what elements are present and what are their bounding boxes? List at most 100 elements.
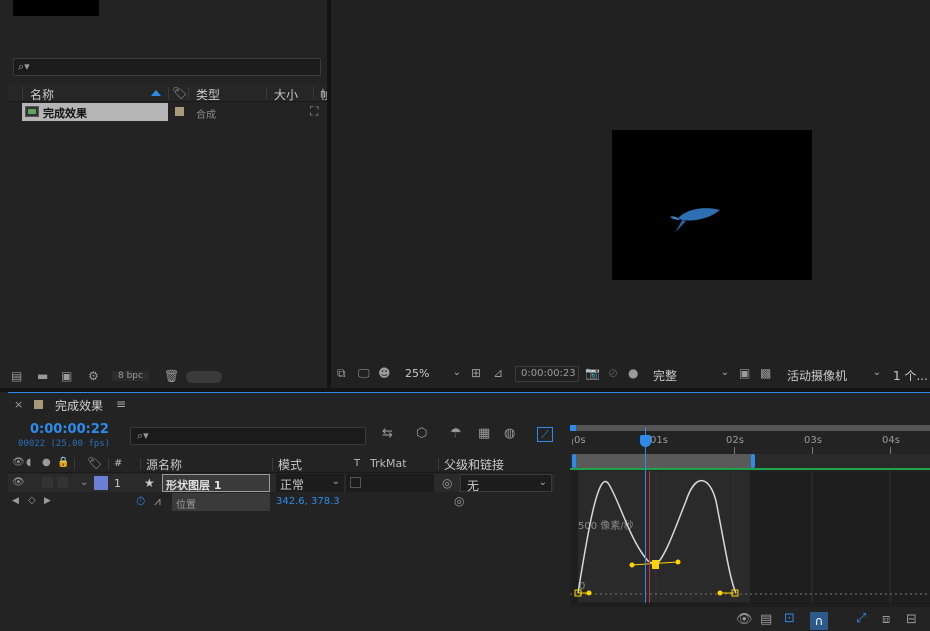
column-trkmat[interactable]: TrkMat	[370, 457, 407, 470]
comp-label-swatch	[34, 400, 43, 409]
region-of-interest-icon[interactable]: ⊿	[493, 366, 503, 380]
column-parent[interactable]: 父级和链接	[444, 456, 504, 473]
mask-visibility-icon[interactable]: ☻	[378, 366, 391, 380]
zoom-dropdown[interactable]: 25% ⌄	[401, 365, 465, 383]
pick-whip-icon[interactable]: ◎	[442, 476, 452, 490]
work-area-start-handle[interactable]	[570, 425, 576, 431]
project-search-input[interactable]: ⌕▾	[13, 58, 321, 76]
column-mode[interactable]: 模式	[278, 456, 302, 473]
audio-icon[interactable]: ◖	[26, 456, 31, 470]
stopwatch-icon[interactable]: ⏱	[136, 494, 145, 508]
graph-editor[interactable]: 500 像素/秒 0	[570, 471, 930, 607]
blend-mode-dropdown[interactable]: 正常 ⌄	[276, 474, 344, 492]
comp-mini-flowchart-icon[interactable]: ⇆	[382, 427, 393, 441]
always-preview-icon[interactable]: ⧉	[337, 366, 346, 380]
graph-editor-toggle-icon[interactable]: ⟋	[537, 427, 553, 442]
playhead-handle[interactable]	[640, 435, 651, 447]
monitor-icon[interactable]: 🖵	[358, 366, 370, 380]
camera-dropdown[interactable]: 活动摄像机 ⌄	[783, 365, 885, 383]
add-keyframe-icon[interactable]: ◇	[28, 494, 36, 508]
column-name[interactable]: 名称	[30, 86, 54, 103]
composition-canvas[interactable]	[612, 130, 812, 280]
color-channels-icon[interactable]: ●	[628, 366, 638, 380]
label-color-swatch[interactable]	[175, 107, 184, 116]
tab-menu-icon[interactable]: ≡	[116, 397, 126, 411]
fast-preview-icon[interactable]: ▣	[739, 366, 750, 380]
ruler-label-0: 0s	[574, 435, 586, 446]
eye-icon[interactable]: 👁	[12, 456, 25, 470]
trash-icon[interactable]: 🗑	[164, 369, 179, 383]
project-settings-icon[interactable]: ⚙	[88, 369, 99, 383]
interpret-footage-icon[interactable]: ▤	[11, 369, 22, 383]
show-snapshot-icon[interactable]: ⊘	[608, 366, 618, 380]
trkmat-dropdown[interactable]	[346, 474, 434, 492]
label-tag-icon[interactable]: 🏷	[87, 456, 102, 470]
next-keyframe-icon[interactable]: ▶	[44, 494, 51, 508]
position-value[interactable]: 342.6, 378.3	[276, 496, 340, 507]
label-tag-icon[interactable]: 🏷	[172, 86, 187, 100]
project-item-name: 完成效果	[43, 107, 87, 120]
transform-box-icon[interactable]: ⊡	[784, 612, 795, 626]
sort-ascending-icon[interactable]	[151, 90, 161, 96]
project-item-row[interactable]: 完成效果 合成 ⛶	[8, 103, 327, 121]
column-source-name[interactable]: 源名称	[146, 456, 182, 473]
speed-graph-curve	[574, 480, 739, 597]
ruler-label-3: 03s	[804, 435, 822, 446]
pick-whip-icon[interactable]: ◎	[454, 494, 464, 508]
motion-blur-icon[interactable]: ◍	[504, 427, 515, 441]
search-icon: ⌕▾	[137, 429, 149, 442]
star-icon: ★	[144, 476, 155, 490]
solo-box[interactable]	[42, 477, 53, 488]
new-folder-icon[interactable]: ▬	[37, 369, 48, 383]
frame-blending-icon[interactable]: ▦	[478, 427, 490, 441]
property-row[interactable]: ◀ ◇ ▶ ⏱ ⩘ 位置 342.6, 378.3 ◎	[8, 493, 554, 511]
layer-row[interactable]: 👁 ⌄ 1 ★ 形状图层 1 正常 ⌄ ◎ 无 ⌄	[8, 474, 554, 493]
transparency-grid-icon[interactable]: ▩	[760, 366, 771, 380]
playhead[interactable]	[645, 427, 646, 603]
layer-label-swatch[interactable]	[94, 476, 108, 490]
fit-selection-icon[interactable]: ⤢	[856, 612, 866, 626]
resolution-dropdown[interactable]: 完整 ⌄	[649, 365, 733, 383]
lock-box[interactable]	[57, 477, 68, 488]
graph-list-icon[interactable]: ▤	[760, 613, 772, 627]
chevron-down-icon: ⌄	[538, 477, 547, 488]
column-extra[interactable]: 帧	[320, 86, 327, 103]
views-dropdown[interactable]: 1 个...	[889, 365, 930, 383]
close-icon[interactable]: ×	[14, 398, 23, 412]
new-composition-icon[interactable]: ▣	[61, 369, 72, 383]
graph-icon[interactable]: ⩘	[154, 494, 161, 508]
shy-layers-icon[interactable]: ☂	[450, 427, 462, 441]
viewer-timecode[interactable]: 0:00:00:23	[515, 366, 579, 382]
work-area-top-bar[interactable]	[572, 425, 930, 431]
column-type[interactable]: 类型	[196, 86, 220, 103]
timeline-tab-label[interactable]: 完成效果	[55, 397, 103, 414]
solo-icon[interactable]: ●	[42, 456, 51, 470]
fish-shape	[670, 208, 720, 232]
work-area-out-handle[interactable]	[751, 454, 755, 468]
grid-guides-icon[interactable]: ⊞	[471, 366, 481, 380]
bit-depth-button[interactable]: 8 bpc	[112, 371, 149, 381]
fit-all-icon[interactable]: ⧈	[882, 613, 890, 627]
column-t: T	[354, 458, 361, 469]
timeline-panel: × 完成效果 ≡ 0:00:00:22 00022 (25.00 fps) ⌕▾…	[8, 392, 930, 631]
current-time-display[interactable]: 0:00:00:22	[30, 422, 109, 437]
draft-3d-icon[interactable]: ⬡	[416, 427, 427, 441]
snapshot-camera-icon[interactable]: 📷	[585, 366, 600, 380]
toggle-pill[interactable]	[186, 371, 222, 383]
prev-keyframe-icon[interactable]: ◀	[12, 494, 19, 508]
lock-icon[interactable]: 🔒	[57, 456, 69, 470]
flowchart-icon[interactable]: ⛶	[310, 104, 318, 118]
project-item-type: 合成	[196, 110, 216, 121]
auto-zoom-icon[interactable]: ⊟	[906, 613, 917, 627]
eye-icon[interactable]: 👁	[736, 613, 753, 627]
work-area-bar[interactable]	[570, 454, 930, 470]
chevron-down-icon[interactable]: ⌄	[80, 476, 88, 490]
layer-name-field[interactable]: 形状图层 1	[162, 474, 270, 492]
work-area-in-handle[interactable]	[572, 454, 576, 468]
parent-dropdown[interactable]: 无 ⌄	[460, 474, 552, 493]
ruler-label-1: 01s	[650, 435, 668, 446]
column-size[interactable]: 大小	[274, 86, 298, 103]
eye-icon[interactable]: 👁	[12, 476, 25, 490]
snap-magnet-icon[interactable]: ∩	[810, 612, 828, 630]
timeline-search-input[interactable]: ⌕▾	[130, 427, 366, 445]
